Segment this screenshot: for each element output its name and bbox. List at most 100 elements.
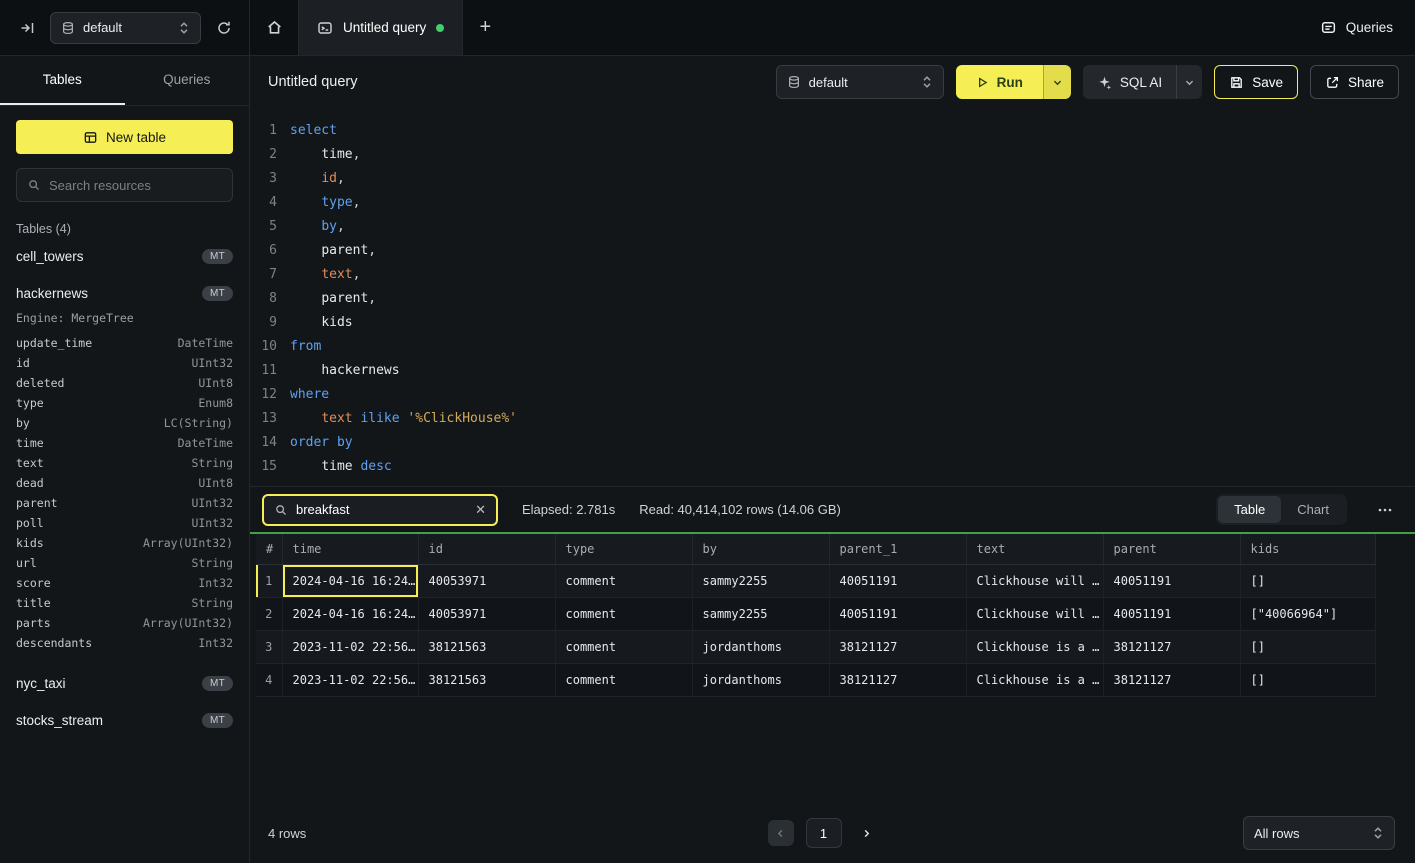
row-number-cell[interactable]: 2 [256,597,282,630]
table-cell[interactable]: comment [555,630,692,663]
search-resources-input[interactable] [49,178,225,193]
table-cell[interactable]: [] [1240,663,1375,696]
sidebar-collapse-button[interactable] [14,15,40,41]
code-line[interactable]: 2 time, [250,142,1415,166]
column-header[interactable]: parent_1 [829,534,966,564]
tab-untitled-query[interactable]: Untitled query [298,0,463,55]
sidebar-tab-queries[interactable]: Queries [125,56,250,105]
code-line[interactable]: 10from [250,334,1415,358]
code-line[interactable]: 8 parent, [250,286,1415,310]
column-row[interactable]: pollUInt32 [16,513,233,533]
row-number-cell[interactable]: 3 [256,630,282,663]
sidebar-item-stocks-stream[interactable]: stocks_stream MT [16,704,233,737]
table-cell[interactable]: 38121127 [1103,630,1240,663]
run-options-button[interactable] [1043,65,1071,99]
table-cell[interactable]: 2024-04-16 16:24… [282,597,418,630]
table-cell[interactable]: 38121127 [829,630,966,663]
column-row[interactable]: byLC(String) [16,413,233,433]
sidebar-item-hackernews[interactable]: hackernews MT [16,277,233,310]
column-row[interactable]: urlString [16,553,233,573]
column-row[interactable]: kidsArray(UInt32) [16,533,233,553]
table-cell[interactable]: comment [555,663,692,696]
table-cell[interactable]: 38121563 [418,663,555,696]
code-line[interactable]: 1select [250,118,1415,142]
table-cell[interactable]: sammy2255 [692,564,829,597]
table-cell[interactable]: Clickhouse is a … [966,663,1103,696]
share-button[interactable]: Share [1310,65,1399,99]
table-cell[interactable]: Clickhouse will … [966,597,1103,630]
table-cell[interactable]: comment [555,597,692,630]
row-number-cell[interactable]: 4 [256,663,282,696]
sidebar-tab-tables[interactable]: Tables [0,56,125,105]
code-line[interactable]: 9 kids [250,310,1415,334]
query-database-selector[interactable]: default [776,65,944,99]
code-line[interactable]: 12where [250,382,1415,406]
clear-search-button[interactable]: ✕ [475,502,486,518]
refresh-button[interactable] [211,15,237,41]
table-cell[interactable]: 38121127 [1103,663,1240,696]
sql-ai-button[interactable]: SQL AI [1083,65,1176,99]
table-cell[interactable]: 38121127 [829,663,966,696]
column-header[interactable]: by [692,534,829,564]
table-cell[interactable]: jordanthoms [692,663,829,696]
table-cell[interactable]: comment [555,564,692,597]
column-row[interactable]: typeEnum8 [16,393,233,413]
sidebar-item-nyc-taxi[interactable]: nyc_taxi MT [16,667,233,700]
code-editor[interactable]: 1select2 time,3 id,4 type,5 by,6 parent,… [250,108,1415,486]
table-cell[interactable]: 2023-11-02 22:56… [282,663,418,696]
current-page-indicator[interactable]: 1 [806,818,842,848]
save-button[interactable]: Save [1214,65,1298,99]
table-cell[interactable]: 38121563 [418,630,555,663]
code-line[interactable]: 7 text, [250,262,1415,286]
table-cell[interactable]: 2024-04-16 16:24… [282,564,418,597]
table-cell[interactable]: 40051191 [1103,564,1240,597]
column-header[interactable]: kids [1240,534,1375,564]
code-line[interactable]: 11 hackernews [250,358,1415,382]
sidebar-item-cell-towers[interactable]: cell_towers MT [16,240,233,273]
column-row[interactable]: timeDateTime [16,433,233,453]
code-line[interactable]: 15 time desc [250,454,1415,478]
column-header[interactable]: # [256,534,282,564]
table-cell[interactable]: 40053971 [418,564,555,597]
table-cell[interactable]: Clickhouse will … [966,564,1103,597]
new-tab-button[interactable]: + [463,0,507,55]
column-row[interactable]: update_timeDateTime [16,333,233,353]
table-cell[interactable]: sammy2255 [692,597,829,630]
home-tab[interactable] [250,0,298,55]
table-cell[interactable]: [] [1240,630,1375,663]
run-button[interactable]: Run [956,65,1043,99]
column-row[interactable]: scoreInt32 [16,573,233,593]
table-cell[interactable]: [] [1240,564,1375,597]
column-header[interactable]: text [966,534,1103,564]
code-line[interactable]: 5 by, [250,214,1415,238]
column-header[interactable]: parent [1103,534,1240,564]
code-line[interactable]: 3 id, [250,166,1415,190]
view-toggle-table[interactable]: Table [1218,496,1281,523]
code-line[interactable]: 13 text ilike '%ClickHouse%' [250,406,1415,430]
queries-button[interactable]: Queries [1320,0,1393,55]
table-cell[interactable]: jordanthoms [692,630,829,663]
page-size-selector[interactable]: All rows [1243,816,1395,850]
row-number-cell[interactable]: 1 [256,564,282,597]
table-cell[interactable]: 40053971 [418,597,555,630]
new-table-button[interactable]: New table [16,120,233,154]
column-header[interactable]: time [282,534,418,564]
column-row[interactable]: parentUInt32 [16,493,233,513]
table-cell[interactable]: ["40066964"] [1240,597,1375,630]
sql-ai-options-button[interactable] [1176,65,1202,99]
table-cell[interactable]: 40051191 [1103,597,1240,630]
code-line[interactable]: 4 type, [250,190,1415,214]
more-options-button[interactable] [1371,502,1399,518]
previous-page-button[interactable] [768,820,794,846]
column-row[interactable]: deletedUInt8 [16,373,233,393]
code-line[interactable]: 6 parent, [250,238,1415,262]
column-row[interactable]: idUInt32 [16,353,233,373]
column-row[interactable]: titleString [16,593,233,613]
database-selector[interactable]: default [50,12,201,44]
column-row[interactable]: textString [16,453,233,473]
column-row[interactable]: partsArray(UInt32) [16,613,233,633]
column-header[interactable]: type [555,534,692,564]
column-row[interactable]: descendantsInt32 [16,633,233,653]
next-page-button[interactable] [854,820,880,846]
code-line[interactable]: 14order by [250,430,1415,454]
